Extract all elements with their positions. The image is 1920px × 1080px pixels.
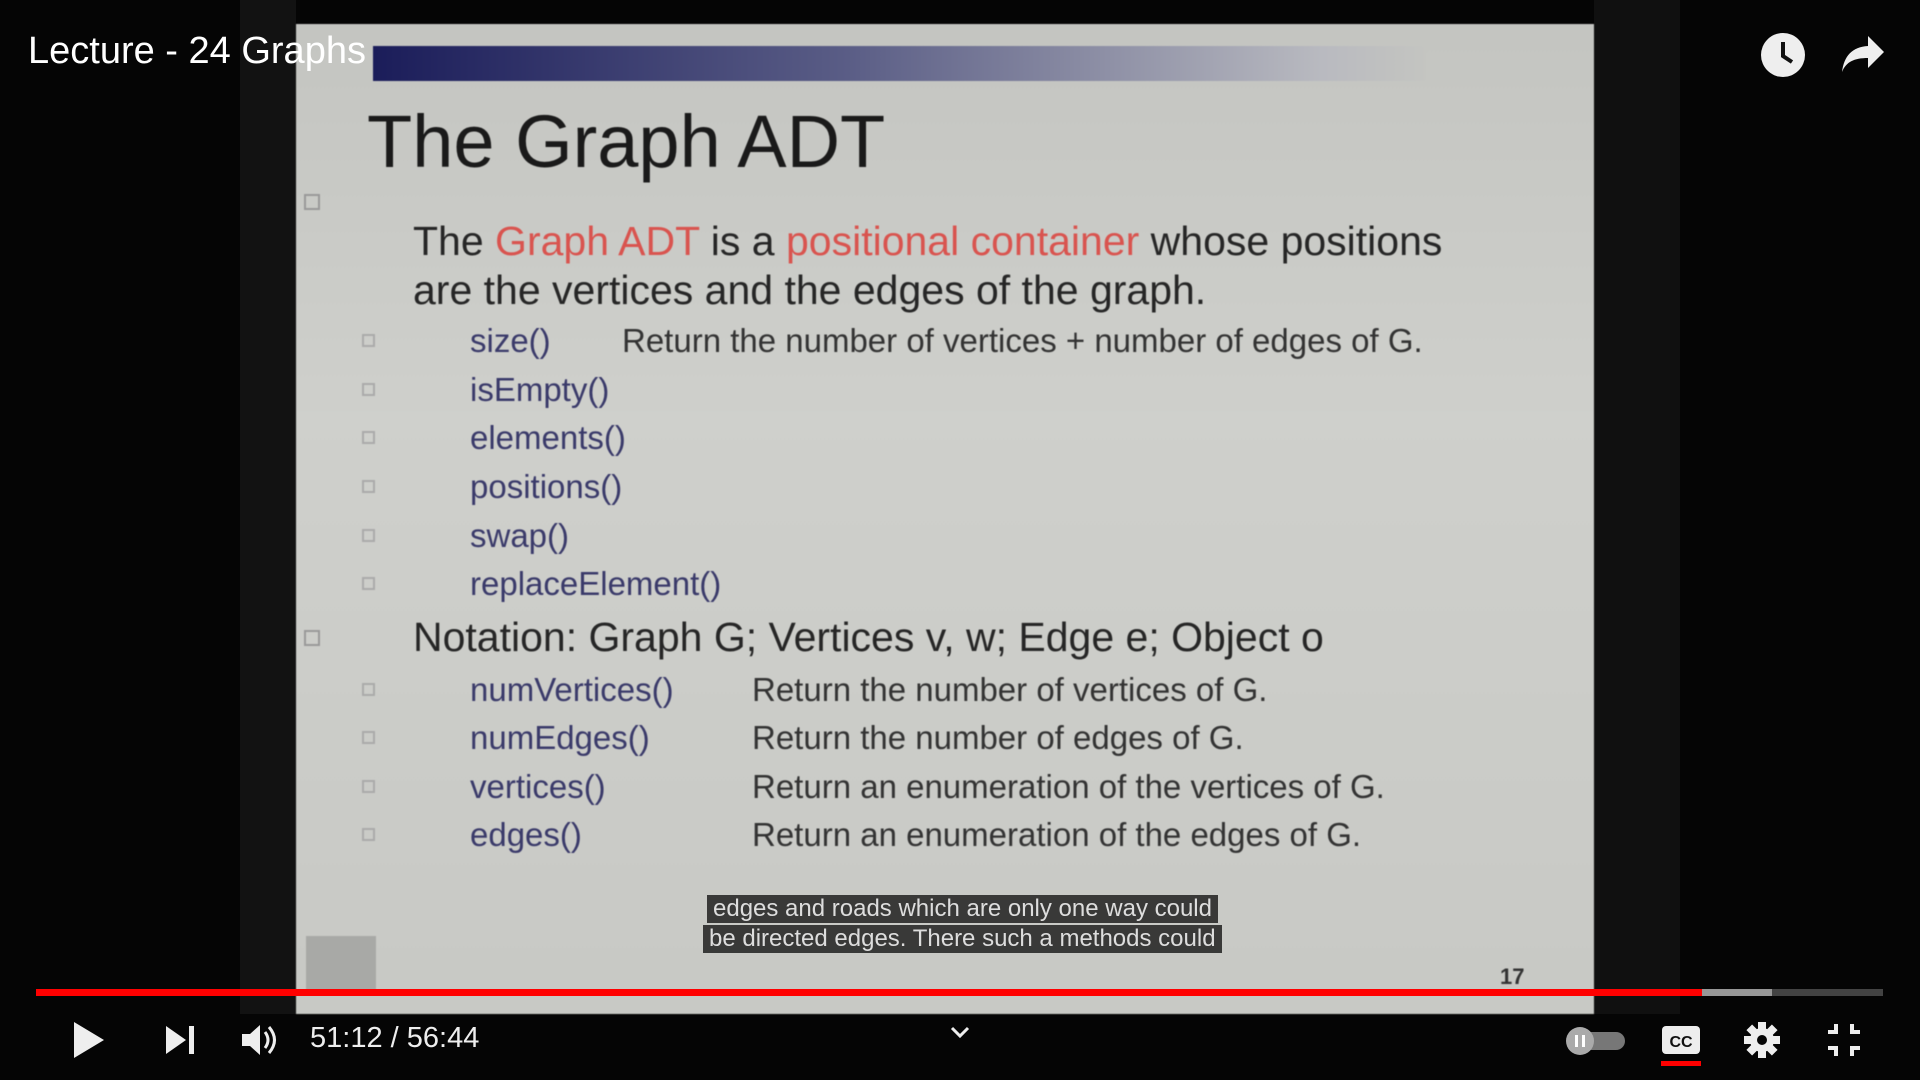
time-display: 51:12 / 56:44 (310, 1022, 479, 1055)
highlight: Graph ADT (495, 218, 700, 264)
gear-icon[interactable] (1744, 1022, 1780, 1063)
caption-line: edges and roads which are only one way c… (707, 895, 1218, 923)
text: whose positions (1139, 218, 1443, 264)
bullet-box (362, 731, 375, 744)
bullet-box (304, 630, 320, 646)
exit-fullscreen-icon[interactable] (1826, 1022, 1862, 1063)
autoplay-toggle[interactable] (1565, 1026, 1627, 1061)
method-description: Return the number of edges of G. (752, 719, 1244, 756)
volume-icon[interactable] (240, 1022, 280, 1063)
notation-text: Notation: Graph G; Vertices v, w; Edge e… (413, 614, 1324, 660)
bullet-text: The Graph ADT is a positional container … (413, 218, 1442, 265)
video-frame-slide: The Graph ADT The Graph ADT is a positio… (296, 24, 1594, 1014)
bullet-box (362, 480, 375, 493)
method-name: edges() (470, 816, 582, 853)
method-name: positions() (470, 468, 623, 505)
method-description: Return the number of vertices + number o… (622, 322, 1423, 359)
slide-title: The Graph ADT (367, 100, 886, 183)
bullet-box (362, 577, 375, 590)
share-icon[interactable] (1840, 34, 1886, 79)
bullet-box (362, 683, 375, 696)
method-name: isEmpty() (470, 371, 610, 408)
text: is a (699, 218, 786, 264)
bullet-box (362, 529, 375, 542)
video-letterbox-left (240, 0, 296, 1014)
next-icon[interactable] (164, 1024, 196, 1061)
video-title[interactable]: Lecture - 24 Graphs (28, 30, 366, 73)
method-description: Return an enumeration of the edges of G. (752, 816, 1362, 853)
bullet-box (362, 431, 375, 444)
bullet-text-line2: are the vertices and the edges of the gr… (413, 267, 1207, 313)
bullet-box (362, 828, 375, 841)
method-name: replaceElement() (470, 565, 722, 602)
slide-page-number: 17 (1500, 964, 1525, 989)
separator: / (382, 1022, 407, 1054)
current-time: 51:12 (310, 1022, 383, 1054)
slide-header-bar (373, 46, 1426, 81)
slide-logo (306, 936, 376, 992)
video-letterbox-right (1594, 0, 1680, 1014)
bullet-box (362, 780, 375, 793)
bullet-box (362, 383, 375, 396)
text: The (413, 218, 496, 264)
clock-icon[interactable] (1760, 32, 1806, 83)
method-name: size() (470, 322, 551, 359)
svg-text:CC: CC (1669, 1034, 1693, 1051)
method-name: numEdges() (470, 719, 650, 756)
bullet-box (362, 334, 375, 347)
method-description: Return the number of vertices of G. (752, 671, 1268, 708)
duration: 56:44 (406, 1022, 480, 1054)
play-icon[interactable] (72, 1020, 106, 1065)
chevron-down-icon[interactable] (950, 1026, 970, 1045)
progress-played (36, 989, 1702, 996)
method-name: elements() (470, 419, 626, 456)
method-name: swap() (470, 517, 570, 554)
highlight: positional container (785, 218, 1140, 264)
bullet-box (304, 194, 320, 210)
method-name: vertices() (470, 768, 606, 805)
cc-icon[interactable]: CC (1661, 1024, 1701, 1071)
method-description: Return an enumeration of the vertices of… (752, 768, 1385, 805)
caption-line: be directed edges. There such a methods … (703, 925, 1222, 953)
method-name: numVertices() (470, 671, 674, 708)
